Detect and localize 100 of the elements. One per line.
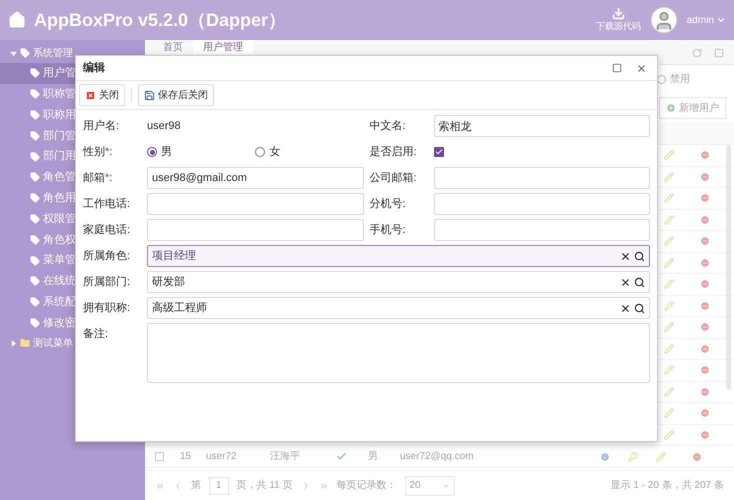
- delete-icon[interactable]: [700, 322, 710, 332]
- input-field[interactable]: [434, 167, 650, 189]
- add-user-button[interactable]: 新增用户: [659, 97, 726, 119]
- table-cell-text: 汪海平: [270, 450, 301, 464]
- download-icon: [612, 6, 625, 20]
- row-checkbox[interactable]: [155, 452, 164, 461]
- search-icon[interactable]: [634, 250, 645, 262]
- edit-icon[interactable]: [664, 365, 674, 376]
- remarks-field[interactable]: [147, 323, 650, 383]
- tag-icon: [30, 276, 40, 286]
- maximize-icon[interactable]: [612, 63, 622, 73]
- field-label: 工作电话:: [83, 196, 132, 212]
- lookup-field[interactable]: 项目经理: [147, 245, 650, 267]
- clear-icon[interactable]: [620, 250, 631, 262]
- edit-icon[interactable]: [664, 258, 674, 268]
- edit-icon[interactable]: [664, 408, 674, 418]
- table-cell-text: user72@qq.com: [400, 450, 475, 464]
- refresh-icon[interactable]: [692, 48, 702, 58]
- edit-icon[interactable]: [664, 236, 674, 246]
- delete-icon[interactable]: [700, 430, 710, 440]
- delete-icon[interactable]: [692, 452, 702, 462]
- caret-right-icon[interactable]: [10, 340, 17, 347]
- tag-icon: [30, 318, 40, 328]
- field-label: 公司邮箱:: [370, 170, 418, 186]
- field-label: 用户名:: [83, 118, 120, 134]
- search-icon[interactable]: [634, 302, 645, 314]
- lookup-field[interactable]: 研发部: [147, 271, 650, 293]
- check-icon: [434, 148, 442, 156]
- field-label: 拥有职称:: [83, 300, 132, 316]
- first-page-icon[interactable]: [155, 480, 165, 490]
- last-page-icon[interactable]: [318, 480, 328, 490]
- pager-text: 第: [191, 479, 201, 493]
- edit-icon[interactable]: [664, 344, 674, 354]
- clear-icon[interactable]: [620, 302, 631, 314]
- radio-option[interactable]: 女: [255, 144, 364, 160]
- field-label: 所属角色:: [83, 248, 132, 264]
- app-title: AppBoxPro v5.2.0（Dapper）: [34, 8, 286, 32]
- folder-icon: [20, 338, 30, 348]
- delete-icon[interactable]: [700, 150, 710, 160]
- input-field[interactable]: [434, 193, 650, 215]
- edit-icon[interactable]: [664, 214, 674, 225]
- delete-icon[interactable]: [700, 214, 710, 225]
- edit-icon[interactable]: [664, 300, 674, 311]
- delete-icon[interactable]: [700, 258, 710, 268]
- delete-icon[interactable]: [700, 300, 710, 311]
- page-tab[interactable]: 首页: [153, 40, 193, 54]
- input-field[interactable]: 索相龙: [434, 115, 650, 137]
- table-cell-text: user72: [206, 450, 238, 464]
- field-label: 手机号:: [370, 222, 407, 238]
- caret-down-icon[interactable]: [10, 50, 17, 56]
- delete-icon[interactable]: [700, 236, 710, 246]
- save-close-button[interactable]: 保存后关闭: [138, 84, 214, 106]
- tag-icon: [20, 48, 30, 58]
- input-field[interactable]: user98@gmail.com: [147, 167, 364, 189]
- key-icon[interactable]: [628, 452, 638, 462]
- user-menu[interactable]: admin: [686, 12, 726, 28]
- info-icon[interactable]: [600, 452, 610, 462]
- edit-icon[interactable]: [664, 279, 674, 290]
- field-label: 所属部门:: [83, 274, 132, 290]
- tag-icon: [30, 68, 40, 78]
- field-label: 邮箱*:: [83, 170, 114, 186]
- delete-icon[interactable]: [700, 365, 710, 376]
- input-field[interactable]: [434, 219, 650, 241]
- close-icon[interactable]: [636, 62, 647, 74]
- delete-icon[interactable]: [700, 386, 710, 397]
- field-value: user98: [147, 118, 181, 134]
- edit-icon[interactable]: [664, 172, 674, 182]
- checkbox[interactable]: [434, 147, 444, 157]
- page-field[interactable]: 1: [209, 476, 229, 494]
- delete-icon[interactable]: [700, 193, 710, 204]
- pager-text: 每页记录数：: [336, 479, 396, 493]
- delete-icon[interactable]: [700, 172, 710, 182]
- close-button[interactable]: 关闭: [79, 84, 125, 106]
- field-label: 家庭电话:: [83, 222, 132, 238]
- delete-icon[interactable]: [700, 408, 710, 418]
- edit-icon[interactable]: [664, 322, 674, 332]
- radio-option[interactable]: 男: [147, 144, 256, 160]
- search-icon[interactable]: [634, 276, 645, 288]
- clear-icon[interactable]: [620, 276, 631, 288]
- delete-icon[interactable]: [700, 344, 710, 354]
- edit-icon[interactable]: [664, 430, 674, 440]
- delete-icon[interactable]: [700, 279, 710, 290]
- tag-icon: [30, 172, 40, 182]
- avatar-icon[interactable]: [650, 7, 677, 33]
- edit-icon[interactable]: [664, 193, 674, 204]
- page-tab[interactable]: 用户管理: [193, 40, 253, 54]
- caret-icon: [716, 15, 726, 25]
- page-size-select[interactable]: 20: [404, 476, 454, 496]
- input-field[interactable]: [147, 219, 364, 241]
- pager-text: 页，共 11 页: [236, 478, 292, 493]
- edit-icon[interactable]: [656, 452, 666, 462]
- table-cell-text: 15: [180, 450, 192, 464]
- input-field[interactable]: [147, 193, 364, 215]
- download-button[interactable]: 下载源代码: [596, 6, 641, 34]
- edit-icon[interactable]: [664, 386, 674, 397]
- edit-icon[interactable]: [664, 150, 674, 160]
- lookup-field[interactable]: 高级工程师: [147, 297, 650, 319]
- plus-icon: [666, 103, 676, 113]
- home-icon[interactable]: [8, 11, 26, 29]
- tag-icon: [30, 297, 40, 308]
